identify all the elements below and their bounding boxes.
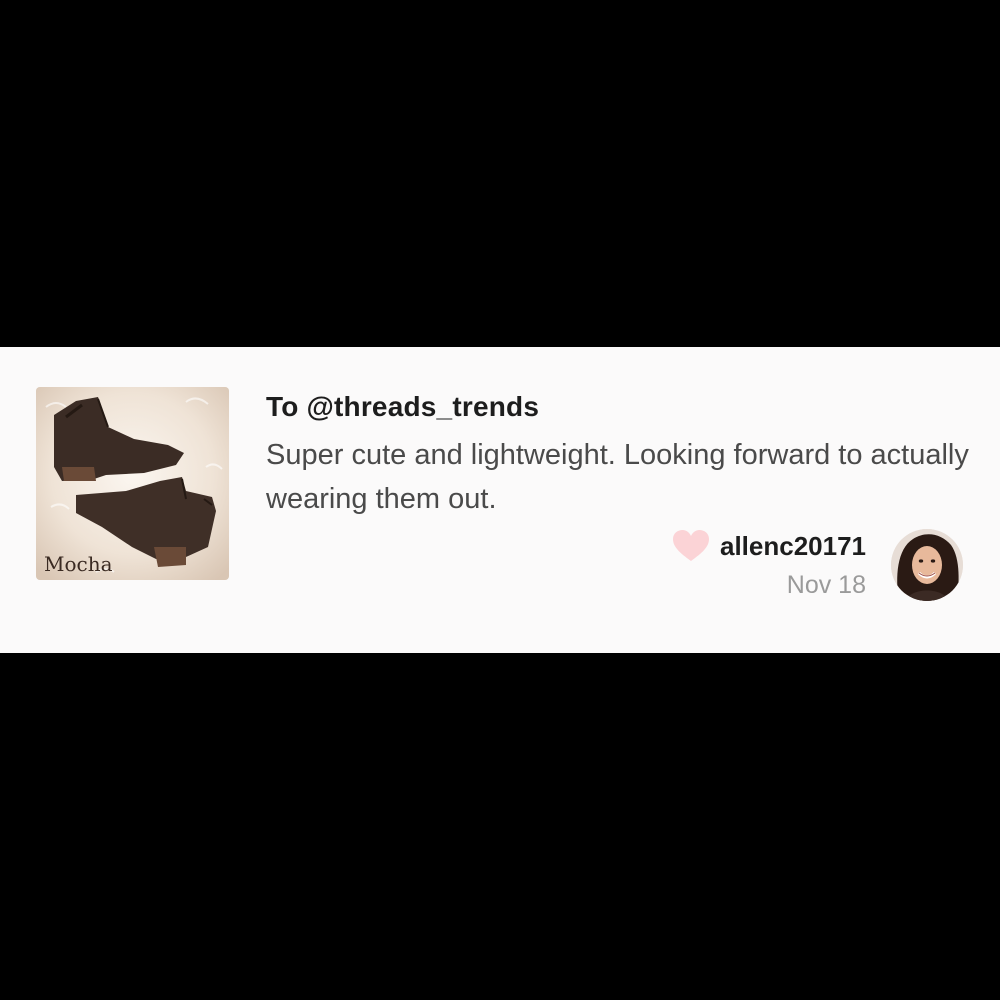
heart-icon[interactable] — [672, 529, 710, 563]
reviewer-username[interactable]: allenc20171 — [720, 531, 866, 562]
review-text: Super cute and lightweight. Looking forw… — [266, 439, 969, 515]
product-thumbnail[interactable]: Mocha — [36, 387, 229, 580]
avatar-photo — [891, 529, 963, 601]
letterbox-bottom — [0, 653, 1000, 1000]
heart-icon-shape — [673, 530, 709, 561]
review-card: Mocha To @threads_trends Super cute and … — [0, 347, 1000, 653]
letterbox-top — [0, 0, 1000, 347]
product-label: Mocha — [44, 552, 113, 576]
review-date: Nov 18 — [786, 571, 866, 599]
avatar[interactable] — [891, 529, 963, 601]
review-recipient[interactable]: To @threads_trends — [266, 391, 539, 423]
